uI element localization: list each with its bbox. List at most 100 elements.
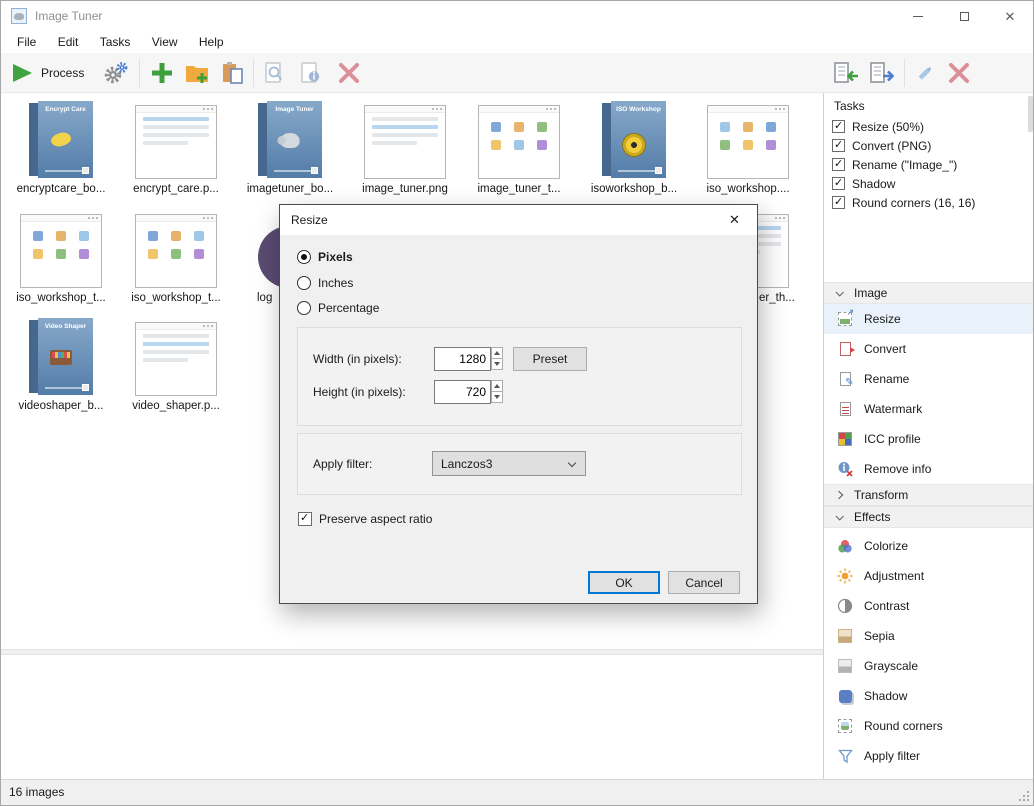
thumbnail-label: iso_workshop_t... xyxy=(16,291,106,305)
paste-button[interactable] xyxy=(215,57,251,89)
sidebar-item-shadow[interactable]: Shadow xyxy=(824,681,1034,711)
process-button[interactable]: Process xyxy=(11,57,109,89)
close-button[interactable]: ✕ xyxy=(987,1,1033,31)
export-task-button[interactable] xyxy=(866,57,898,89)
minimize-button[interactable] xyxy=(895,1,941,31)
task-checkbox-shadow[interactable]: Shadow xyxy=(832,174,895,193)
elephant-icon xyxy=(281,133,300,148)
section-header-effects[interactable]: Effects xyxy=(824,506,1034,528)
sidebar-item-watermark[interactable]: Watermark xyxy=(824,394,1034,424)
edit-task-icon xyxy=(913,61,937,85)
dialog-title: Resize xyxy=(291,205,328,235)
close-icon: ✕ xyxy=(1005,10,1016,23)
cancel-button[interactable]: Cancel xyxy=(668,571,740,594)
thumbnail-item[interactable]: Image Tuner imagetuner_bo... xyxy=(234,101,346,196)
maximize-button[interactable] xyxy=(941,1,987,31)
adjustment-sun-icon xyxy=(837,568,853,584)
preset-button[interactable]: Preset xyxy=(513,347,587,371)
sidebar-item-resize[interactable]: ↗ Resize xyxy=(824,304,1034,334)
arrow-up-icon xyxy=(494,384,500,388)
task-checkbox-rename[interactable]: Rename ("Image_") xyxy=(832,155,957,174)
delete-task-button[interactable] xyxy=(943,57,975,89)
task-checkbox-round-corners[interactable]: Round corners (16, 16) xyxy=(832,193,975,212)
radio-percentage[interactable]: Percentage xyxy=(297,300,379,316)
radio-inches[interactable]: Inches xyxy=(297,275,353,291)
arrow-up-icon xyxy=(494,351,500,355)
menu-edit[interactable]: Edit xyxy=(49,31,88,53)
filter-dropdown[interactable]: Lanczos3 xyxy=(432,451,586,476)
sidebar-item-grayscale[interactable]: Grayscale xyxy=(824,651,1034,681)
sidebar-item-sepia[interactable]: Sepia xyxy=(824,621,1034,651)
sidebar-item-rename[interactable]: ✎ Rename xyxy=(824,364,1034,394)
thumbnail-item[interactable]: iso_workshop_t... xyxy=(5,214,117,305)
preserve-aspect-checkbox[interactable]: Preserve aspect ratio xyxy=(298,511,432,527)
image-info-button[interactable] xyxy=(293,57,329,89)
thumbnail-item[interactable]: iso_workshop_t... xyxy=(120,214,232,305)
checkbox-checked-icon xyxy=(832,158,845,171)
minimize-icon xyxy=(913,16,923,17)
height-spinner xyxy=(491,380,503,404)
spinner-down-button[interactable] xyxy=(491,391,503,403)
checkbox-checked-icon xyxy=(832,120,845,133)
resize-grip[interactable] xyxy=(1019,791,1031,803)
checkbox-checked-icon xyxy=(832,196,845,209)
sidebar-item-convert[interactable]: Convert xyxy=(824,334,1034,364)
horizontal-splitter[interactable] xyxy=(1,649,823,655)
edit-task-button[interactable] xyxy=(909,57,941,89)
ok-button[interactable]: OK xyxy=(588,571,660,594)
thumbnail-item[interactable]: iso_workshop.... xyxy=(692,105,804,196)
thumbnail-item[interactable]: Video Shaper videoshaper_b... xyxy=(5,318,117,413)
radio-pixels[interactable]: Pixels xyxy=(297,249,353,265)
toolbar: Process xyxy=(1,53,1033,93)
section-header-transform[interactable]: Transform xyxy=(824,484,1034,506)
tasks-scrollbar[interactable] xyxy=(1028,96,1033,132)
arrow-down-icon xyxy=(494,395,500,399)
width-input[interactable] xyxy=(434,347,491,371)
remove-image-button[interactable] xyxy=(331,57,367,89)
cd-icon xyxy=(622,133,646,157)
add-images-button[interactable] xyxy=(145,57,179,89)
radio-icon xyxy=(297,276,311,290)
menu-file[interactable]: File xyxy=(8,31,45,53)
checkbox-checked-icon xyxy=(298,512,312,526)
thumbnail-item[interactable]: video_shaper.p... xyxy=(120,322,232,413)
settings-gears-icon xyxy=(103,61,129,85)
thumbnail-item[interactable]: Encrypt Care encryptcare_bo... xyxy=(5,101,117,196)
spinner-down-button[interactable] xyxy=(491,358,503,370)
add-folder-button[interactable] xyxy=(179,57,215,89)
screenshot-art xyxy=(135,214,217,288)
thumbnail-item[interactable]: encrypt_care.p... xyxy=(120,105,232,196)
menu-help[interactable]: Help xyxy=(190,31,233,53)
screenshot-art xyxy=(135,105,217,179)
add-images-icon xyxy=(151,62,173,84)
add-folder-icon xyxy=(184,62,210,84)
grayscale-icon xyxy=(837,658,853,674)
dialog-close-button[interactable]: ✕ xyxy=(712,205,757,234)
sidebar-item-contrast[interactable]: Contrast xyxy=(824,591,1034,621)
sepia-icon xyxy=(837,628,853,644)
height-input[interactable] xyxy=(434,380,491,404)
task-checkbox-resize[interactable]: Resize (50%) xyxy=(832,117,924,136)
thumbnail-item[interactable]: image_tuner.png xyxy=(349,105,461,196)
boxshot-art: Video Shaper xyxy=(29,318,93,396)
section-header-image[interactable]: Image xyxy=(824,282,1034,304)
export-task-icon xyxy=(869,61,895,85)
thumbnail-item[interactable]: ISO Workshop isoworkshop_b... xyxy=(578,101,690,196)
sidebar-item-adjustment[interactable]: Adjustment xyxy=(824,561,1034,591)
window-title: Image Tuner xyxy=(35,1,102,31)
settings-button[interactable] xyxy=(99,57,133,89)
task-checkbox-convert[interactable]: Convert (PNG) xyxy=(832,136,931,155)
sidebar-item-icc-profile[interactable]: ICC profile xyxy=(824,424,1034,454)
menu-tasks[interactable]: Tasks xyxy=(91,31,140,53)
sidebar-item-round-corners[interactable]: Round corners xyxy=(824,711,1034,741)
sidebar-item-apply-filter[interactable]: Apply filter xyxy=(824,741,1034,771)
preview-button[interactable] xyxy=(257,57,293,89)
width-label: Width (in pixels): xyxy=(313,347,402,371)
thumbnail-item[interactable]: image_tuner_t... xyxy=(463,105,575,196)
chevron-down-icon xyxy=(835,512,843,520)
import-task-button[interactable] xyxy=(830,57,862,89)
menu-view[interactable]: View xyxy=(143,31,187,53)
sidebar-item-colorize[interactable]: Colorize xyxy=(824,531,1034,561)
sidebar-item-remove-info[interactable]: Remove info xyxy=(824,454,1034,484)
checkbox-checked-icon xyxy=(832,177,845,190)
